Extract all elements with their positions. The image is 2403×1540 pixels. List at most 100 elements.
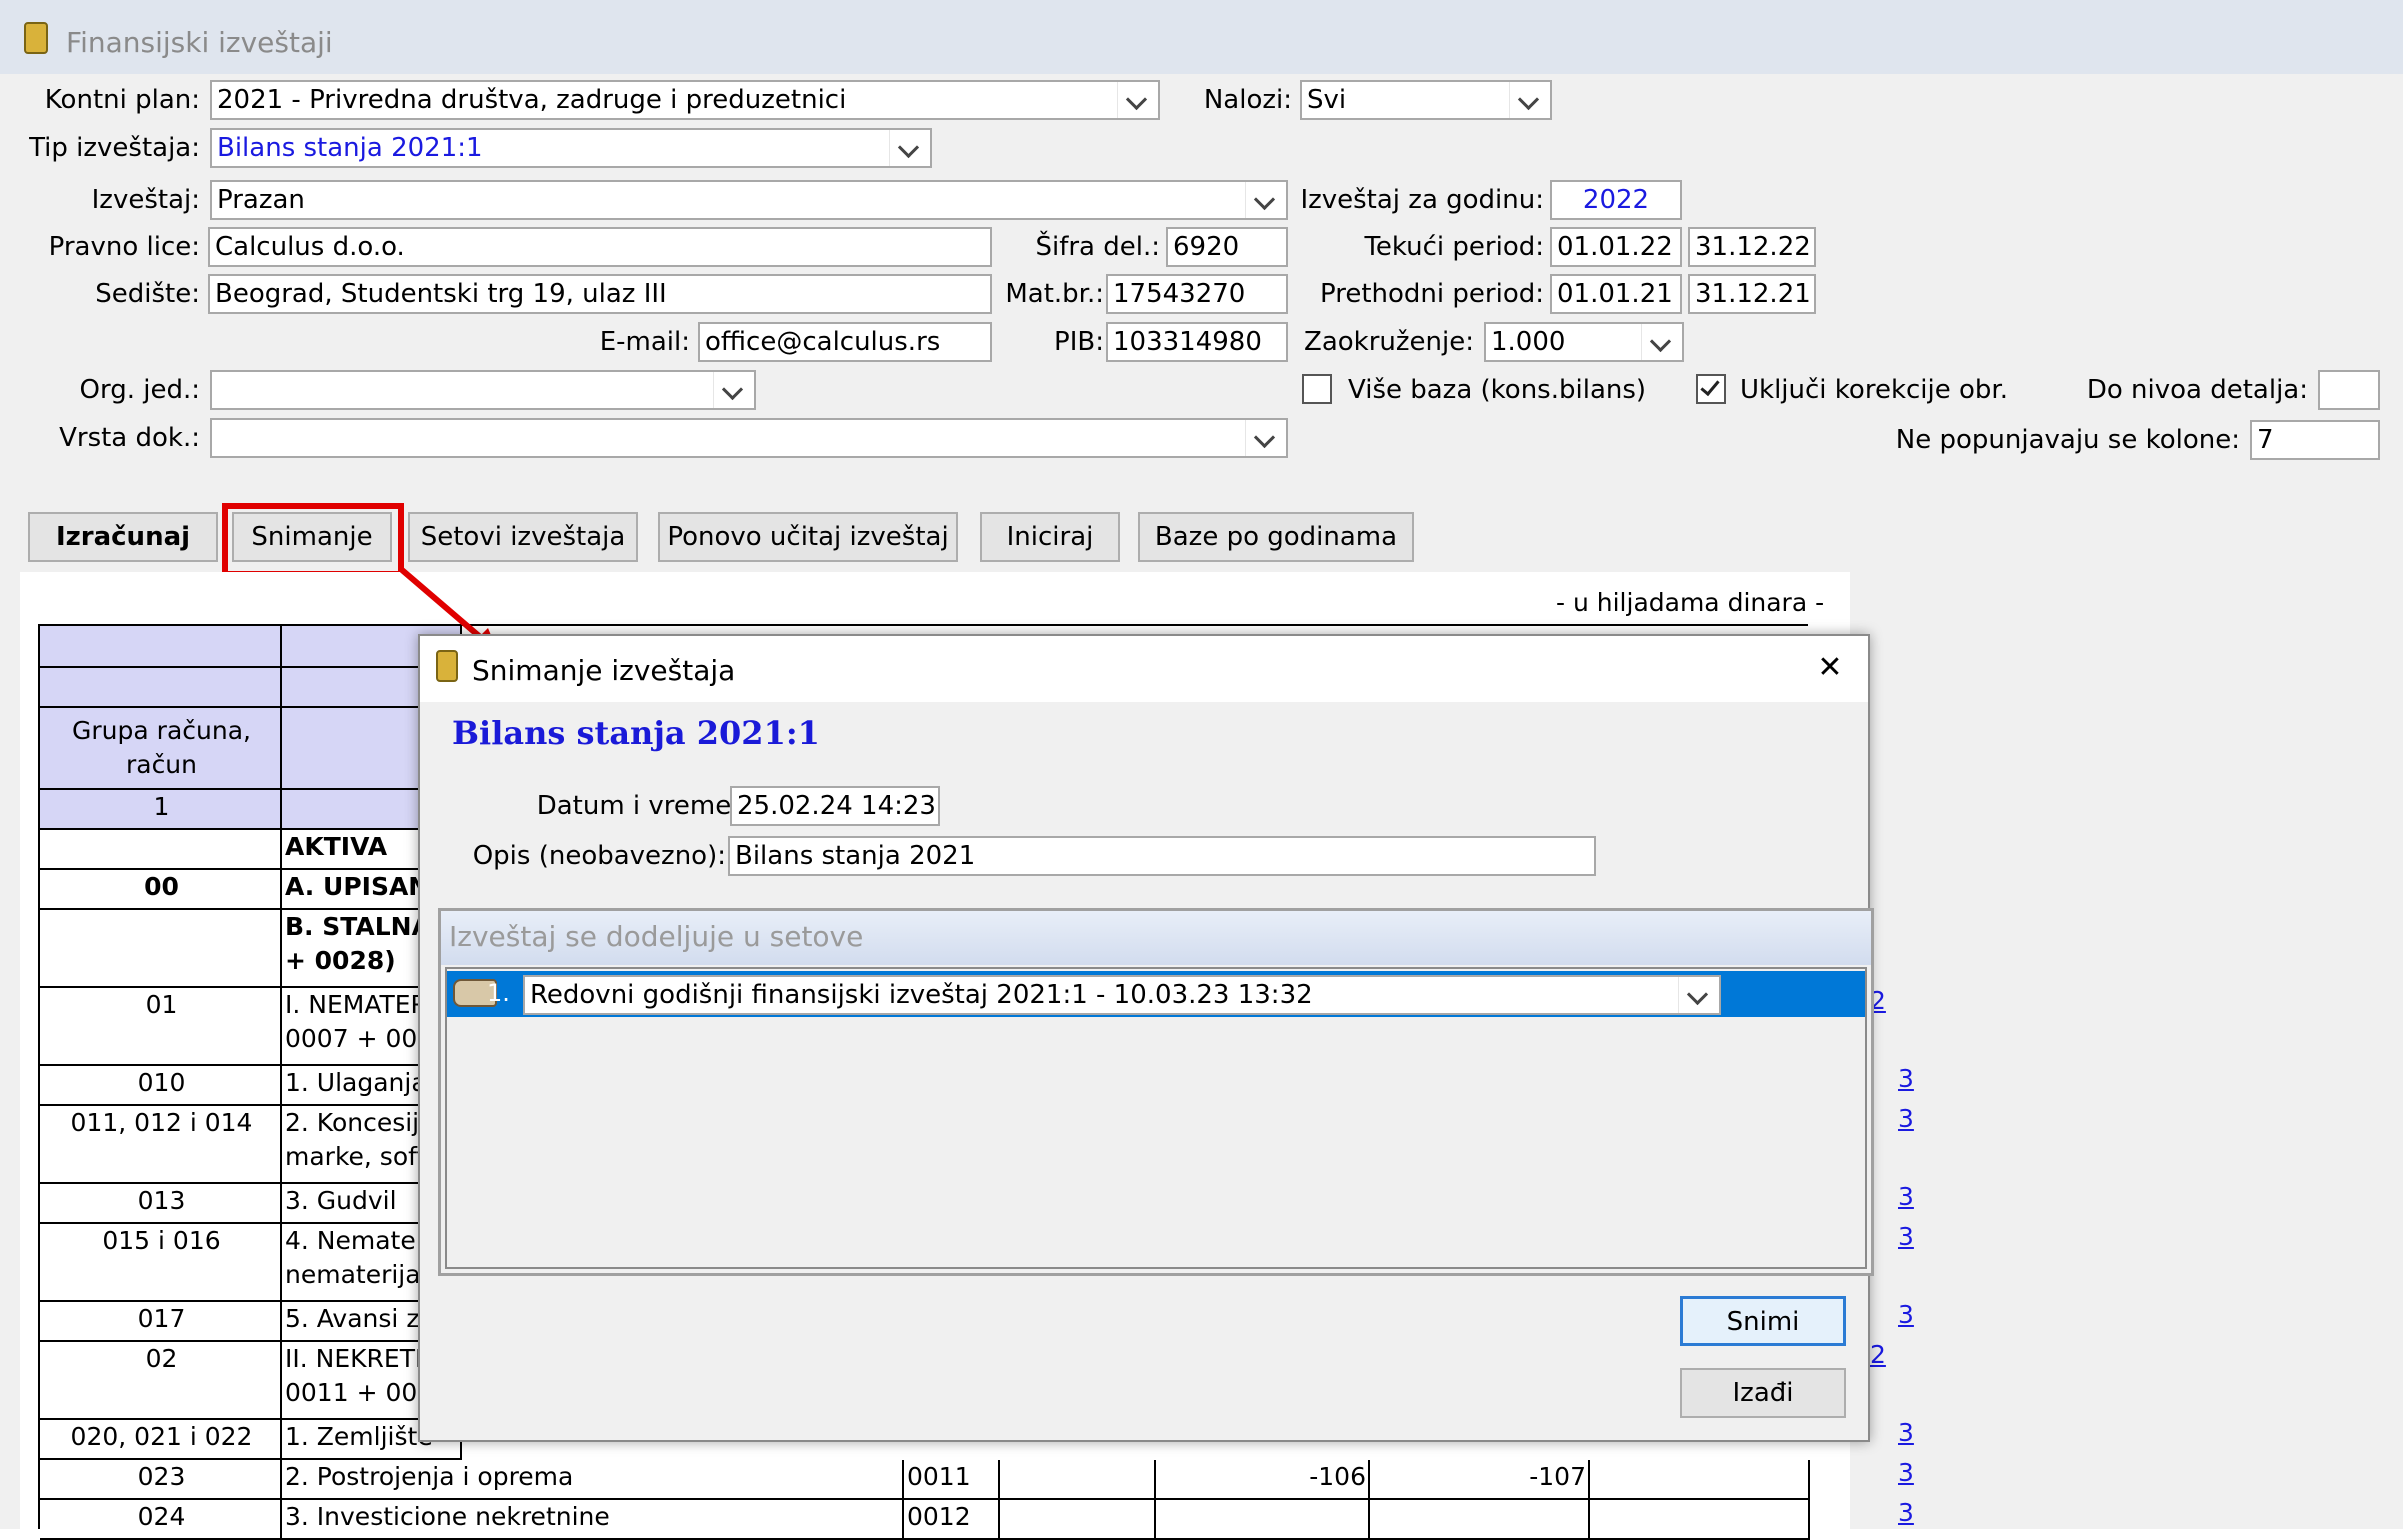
side-link[interactable]: 3 <box>1898 1182 1914 1211</box>
chevron-down-icon[interactable] <box>1245 420 1286 456</box>
izvestaj-select[interactable]: Prazan <box>210 180 1288 220</box>
godina-field[interactable]: 2022 <box>1550 180 1682 220</box>
grupa-racuna-header: Grupa računa, račun <box>40 708 282 790</box>
ne-popunjavaju-label: Ne popunjavaju se kolone: <box>1895 425 2240 455</box>
value-cell <box>1370 1500 1590 1540</box>
tekuci-period-label: Tekući period: <box>1364 232 1544 262</box>
kontni-plan-value: 2021 - Privredna društva, zadruge i pred… <box>217 85 847 115</box>
header-cell <box>40 668 282 708</box>
dialog-app-icon <box>436 650 458 682</box>
side-link[interactable]: 3 <box>1898 1104 1914 1133</box>
table-row: 017 <box>40 1302 282 1342</box>
side-link[interactable]: 3 <box>1898 1222 1914 1251</box>
aop-cell: 0011 <box>904 1460 1000 1500</box>
tekuci-from-field[interactable]: 01.01.22 <box>1550 227 1682 267</box>
ponovo-ucitaj-button[interactable]: Ponovo učitaj izveštaj <box>658 512 958 562</box>
izracunaj-button[interactable]: Izračunaj <box>28 512 218 562</box>
table-row: 023 <box>40 1460 282 1500</box>
table-row: 3. Investicione nekretnine <box>282 1500 904 1540</box>
side-link[interactable]: 3 <box>1898 1300 1914 1329</box>
title-bar: Finansijski izveštaji <box>0 0 2403 74</box>
set-group-panel: Izveštaj se dodeljuje u setove 1. Redovn… <box>438 908 1874 1276</box>
chevron-down-icon[interactable] <box>1117 82 1158 118</box>
side-link[interactable]: 3 <box>1898 1498 1914 1527</box>
kontni-plan-label: Kontni plan: <box>44 85 200 115</box>
table-row: 013 <box>40 1184 282 1224</box>
close-icon[interactable]: ✕ <box>1810 646 1850 690</box>
sifra-field[interactable]: 6920 <box>1166 227 1288 267</box>
nalozi-label: Nalozi: <box>1203 85 1292 115</box>
vrsta-dok-select[interactable] <box>210 418 1288 458</box>
checkmark-icon <box>1700 375 1720 397</box>
izadji-button[interactable]: Izađi <box>1680 1368 1846 1418</box>
pib-label: PIB: <box>1054 327 1104 357</box>
tekuci-to-field[interactable]: 31.12.22 <box>1688 227 1816 267</box>
tip-izvestaja-select[interactable]: Bilans stanja 2021:1 <box>210 128 932 168</box>
table-row: 2. Postrojenja i oprema <box>282 1460 904 1500</box>
value-cell <box>1000 1500 1156 1540</box>
sifra-label: Šifra del.: <box>1035 232 1160 262</box>
table-row: 015 i 016 <box>40 1224 282 1302</box>
side-link[interactable]: 3 <box>1898 1418 1914 1447</box>
prethodni-period-label: Prethodni period: <box>1320 279 1544 309</box>
value-cell <box>1156 1500 1370 1540</box>
nalozi-value: Svi <box>1307 85 1347 115</box>
vise-baza-checkbox[interactable] <box>1302 374 1332 404</box>
chevron-down-icon[interactable] <box>1509 82 1550 118</box>
pib-field[interactable]: 103314980 <box>1106 322 1288 362</box>
header-line-1: Grupa računa, <box>72 716 251 745</box>
zaokruzenje-label: Zaokruženje: <box>1304 327 1474 357</box>
value-cell: -107 <box>1370 1460 1590 1500</box>
ne-popunjavaju-field[interactable]: 7 <box>2250 420 2380 460</box>
app-icon <box>24 22 48 54</box>
table-row: 02 <box>40 1342 282 1420</box>
side-link[interactable]: 3 <box>1898 1458 1914 1487</box>
pravno-lice-label: Pravno lice: <box>48 232 200 262</box>
chevron-down-icon[interactable] <box>1678 977 1719 1013</box>
side-link[interactable]: 3 <box>1898 1064 1914 1093</box>
table-row: 024 <box>40 1500 282 1540</box>
iniciraj-button[interactable]: Iniciraj <box>980 512 1120 562</box>
chevron-down-icon[interactable] <box>1245 182 1286 218</box>
do-nivoa-field[interactable] <box>2318 370 2380 410</box>
set-select[interactable]: Redovni godišnji finansijski izveštaj 20… <box>523 975 1721 1015</box>
chevron-down-icon[interactable] <box>889 130 930 166</box>
table-row: 010 <box>40 1066 282 1106</box>
kontni-plan-select[interactable]: 2021 - Privredna društva, zadruge i pred… <box>210 80 1160 120</box>
do-nivoa-label: Do nivoa detalja: <box>2086 375 2308 405</box>
ukljuci-korekcije-checkbox[interactable] <box>1696 374 1726 404</box>
side-link[interactable]: 2 <box>1870 1340 1886 1369</box>
set-list: 1. Redovni godišnji finansijski izveštaj… <box>445 967 1867 1269</box>
pravno-lice-field[interactable]: Calculus d.o.o. <box>208 227 992 267</box>
org-jed-label: Org. jed.: <box>79 375 200 405</box>
org-jed-select[interactable] <box>210 370 756 410</box>
opis-field[interactable]: Bilans stanja 2021 <box>728 836 1596 876</box>
setovi-izvestaja-button[interactable]: Setovi izveštaja <box>408 512 638 562</box>
snimi-button[interactable]: Snimi <box>1680 1296 1846 1346</box>
window-title: Finansijski izveštaji <box>66 26 333 59</box>
prethodni-to-field[interactable]: 31.12.21 <box>1688 274 1816 314</box>
set-select-value: Redovni godišnji finansijski izveštaj 20… <box>530 980 1313 1010</box>
matbr-field[interactable]: 17543270 <box>1106 274 1288 314</box>
opis-label: Opis (neobavezno): <box>472 841 726 871</box>
column-number: 1 <box>40 790 282 830</box>
group-title: Izveštaj se dodeljuje u setove <box>441 911 1871 965</box>
sediste-field[interactable]: Beograd, Studentski trg 19, ulaz III <box>208 274 992 314</box>
izvestaj-value: Prazan <box>217 185 305 215</box>
table-row: 00 <box>40 870 282 910</box>
table-row: 020, 021 i 022 <box>40 1420 282 1460</box>
tip-izvestaja-value: Bilans stanja 2021:1 <box>217 133 483 163</box>
set-row[interactable]: 1. Redovni godišnji finansijski izveštaj… <box>447 971 1865 1017</box>
email-field[interactable]: office@calculus.rs <box>698 322 992 362</box>
value-cell <box>1590 1500 1810 1540</box>
row-number: 1. <box>487 979 510 1007</box>
vrsta-dok-label: Vrsta dok.: <box>59 423 200 453</box>
zaokruzenje-select[interactable]: 1.000 <box>1484 322 1684 362</box>
baze-po-godinama-button[interactable]: Baze po godinama <box>1138 512 1414 562</box>
chevron-down-icon[interactable] <box>713 372 754 408</box>
chevron-down-icon[interactable] <box>1641 324 1682 360</box>
datum-field[interactable]: 25.02.24 14:23 <box>730 786 940 826</box>
prethodni-from-field[interactable]: 01.01.21 <box>1550 274 1682 314</box>
nalozi-select[interactable]: Svi <box>1300 80 1552 120</box>
aop-cell: 0012 <box>904 1500 1000 1540</box>
